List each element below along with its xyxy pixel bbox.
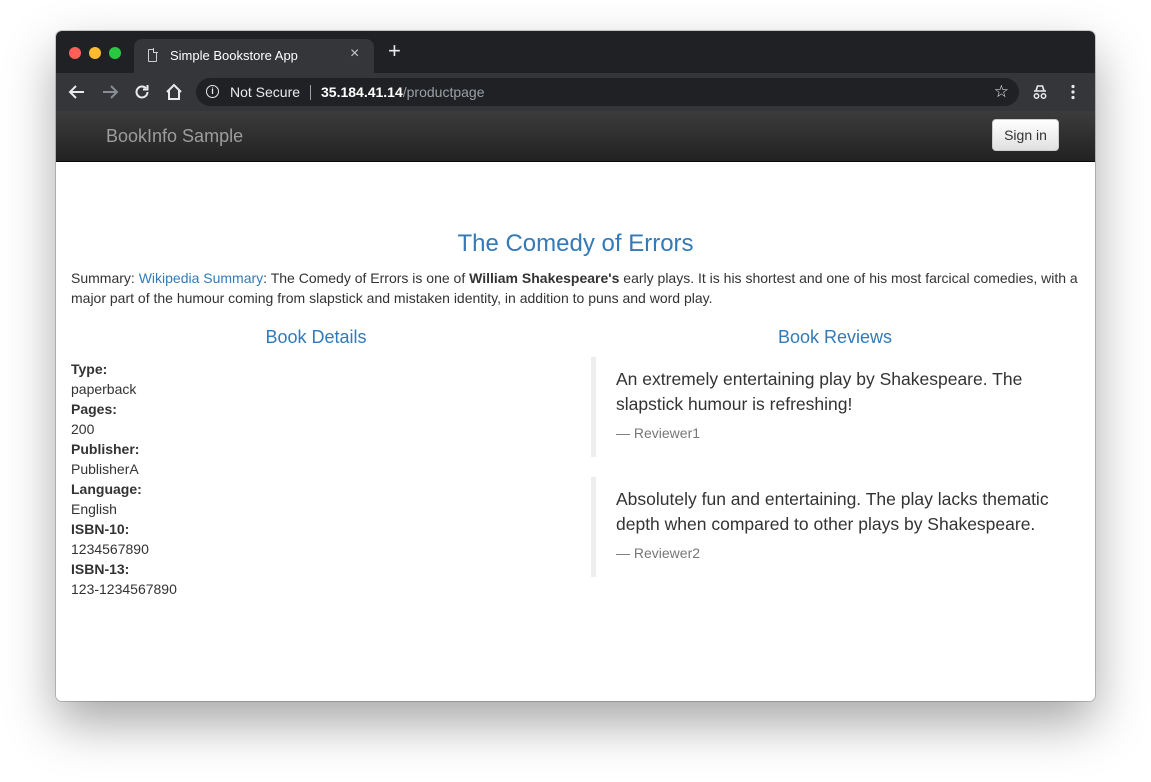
- tab-strip: Simple Bookstore App × +: [56, 31, 1095, 73]
- detail-value-isbn13: 123-1234567890: [71, 581, 177, 597]
- forward-arrow-icon[interactable]: [99, 81, 121, 103]
- summary-prefix: Summary:: [71, 270, 139, 286]
- detail-value-publisher: PublisherA: [71, 461, 139, 477]
- detail-label-type: Type:: [71, 361, 108, 377]
- detail-label-pages: Pages:: [71, 401, 117, 417]
- page-icon: [148, 48, 158, 62]
- navbar-brand[interactable]: BookInfo Sample: [106, 126, 243, 147]
- detail-label-isbn13: ISBN-13:: [71, 561, 130, 577]
- reload-icon[interactable]: [131, 81, 153, 103]
- detail-value-type: paperback: [71, 381, 137, 397]
- browser-window: Simple Bookstore App × + i Not Secure 35…: [56, 31, 1095, 701]
- detail-label-publisher: Publisher:: [71, 441, 140, 457]
- book-reviews-heading: Book Reviews: [777, 327, 893, 347]
- book-summary: Summary: Wikipedia Summary: The Comedy o…: [71, 268, 1079, 308]
- review-text: Absolutely fun and entertaining. The pla…: [616, 489, 1049, 534]
- home-icon[interactable]: [163, 81, 185, 103]
- minimize-window-button[interactable]: [89, 47, 101, 59]
- book-details-list: Type: paperback Pages: 200 Publisher: Pu…: [71, 359, 561, 599]
- url-divider: [310, 85, 311, 100]
- url-host: 35.184.41.14: [321, 84, 403, 100]
- maximize-window-button[interactable]: [109, 47, 121, 59]
- tab-active[interactable]: Simple Bookstore App ×: [134, 39, 374, 73]
- back-arrow-icon[interactable]: [66, 81, 88, 103]
- tab-close-icon[interactable]: ×: [350, 45, 359, 63]
- book-details-heading: Book Details: [265, 327, 367, 347]
- incognito-icon[interactable]: [1029, 81, 1051, 103]
- close-window-button[interactable]: [69, 47, 81, 59]
- reviewer-name: — Reviewer2: [616, 545, 701, 561]
- detail-label-language: Language:: [71, 481, 142, 497]
- info-icon[interactable]: i: [206, 85, 219, 98]
- detail-label-isbn10: ISBN-10:: [71, 521, 130, 537]
- detail-value-pages: 200: [71, 421, 95, 437]
- review-text: An extremely entertaining play by Shakes…: [616, 369, 1023, 414]
- wikipedia-summary-link[interactable]: Wikipedia Summary: [139, 270, 263, 286]
- sign-in-button[interactable]: Sign in: [992, 119, 1059, 151]
- menu-dots-icon[interactable]: [1062, 81, 1084, 103]
- new-tab-button[interactable]: +: [388, 40, 401, 62]
- address-bar[interactable]: i Not Secure 35.184.41.14/productpage ☆: [196, 78, 1019, 106]
- detail-value-language: English: [71, 501, 117, 517]
- review-item: Absolutely fun and entertaining. The pla…: [591, 477, 1079, 577]
- bookmark-star-icon[interactable]: ☆: [994, 82, 1009, 102]
- review-item: An extremely entertaining play by Shakes…: [591, 357, 1079, 457]
- summary-mid: : The Comedy of Errors is one of: [263, 270, 470, 286]
- summary-author: William Shakespeare's: [469, 270, 620, 286]
- navbar: BookInfo Sample Sign in: [56, 111, 1095, 162]
- tab-title: Simple Bookstore App: [170, 48, 298, 63]
- reviewer-name: — Reviewer1: [616, 425, 701, 441]
- page-content: BookInfo Sample Sign in The Comedy of Er…: [56, 111, 1095, 701]
- book-title: The Comedy of Errors: [457, 230, 694, 257]
- url-text[interactable]: 35.184.41.14/productpage: [321, 84, 484, 100]
- browser-toolbar: i Not Secure 35.184.41.14/productpage ☆: [56, 73, 1095, 112]
- security-label[interactable]: Not Secure: [230, 84, 300, 100]
- detail-value-isbn10: 1234567890: [71, 541, 149, 557]
- url-path: /productpage: [402, 84, 485, 100]
